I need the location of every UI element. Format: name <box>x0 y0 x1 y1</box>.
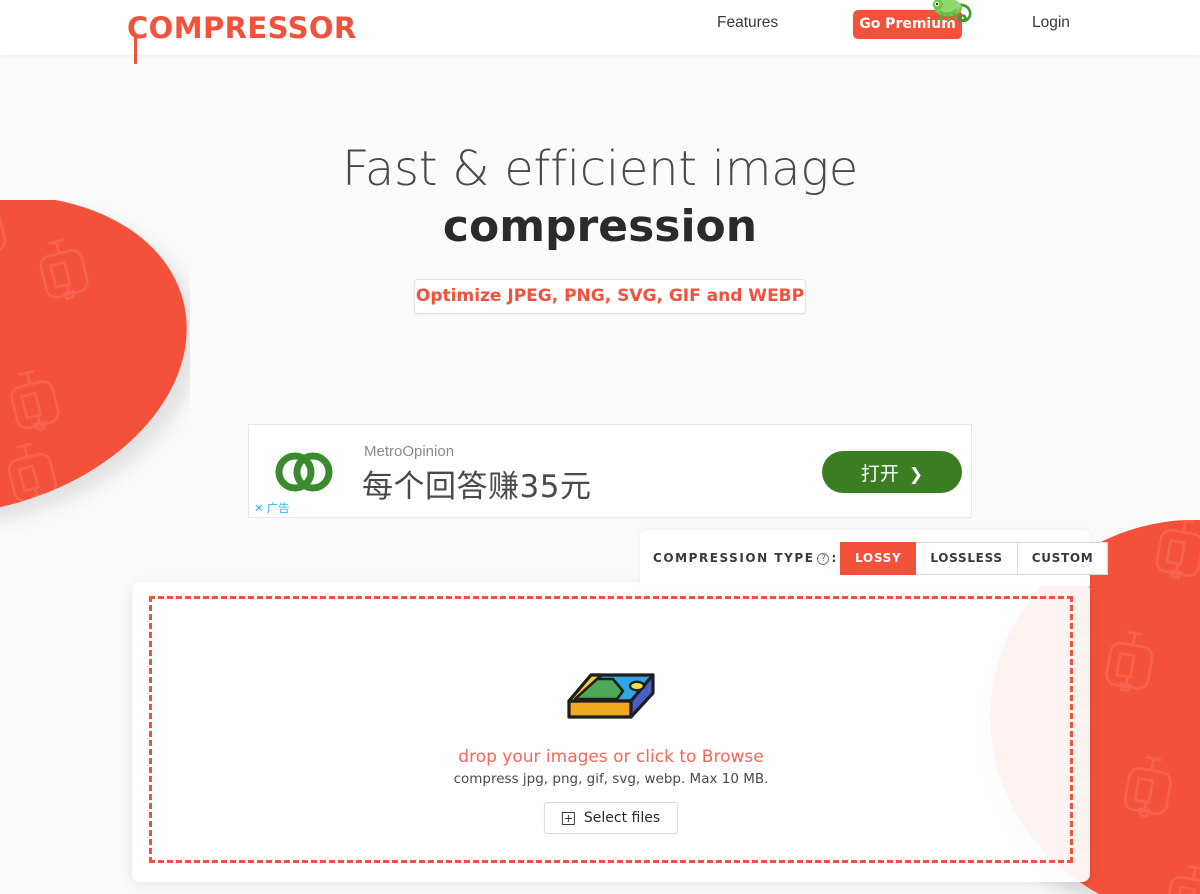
hero-subtitle-pill: Optimize JPEG, PNG, SVG, GIF and WEBP <box>414 279 806 314</box>
file-drop-zone[interactable]: drop your images or click to Browse comp… <box>149 596 1073 863</box>
select-files-label: Select files <box>583 810 661 826</box>
compression-option-custom[interactable]: CUSTOM <box>1017 542 1109 575</box>
ad-close-control[interactable]: ✕ 广告 <box>254 500 290 516</box>
chameleon-icon <box>932 0 972 23</box>
hero-headline-line2: compression <box>442 201 758 252</box>
image-file-icon <box>567 673 655 719</box>
plus-box-icon <box>561 811 575 825</box>
ad-label-text: 广告 <box>266 501 290 515</box>
metroopinion-rings-icon <box>275 452 333 492</box>
chevron-right-icon: ❯ <box>908 464 924 485</box>
decorative-blob-left <box>0 200 190 620</box>
compression-type-panel: COMPRESSION TYPE?: LOSSY LOSSLESS CUSTOM <box>640 530 1109 586</box>
ad-cta-button[interactable]: 打开 ❯ <box>822 451 962 493</box>
site-logo[interactable]: COMPRESSOR <box>127 10 357 64</box>
compression-option-lossy[interactable]: LOSSY <box>840 542 917 575</box>
compression-type-options: LOSSY LOSSLESS CUSTOM <box>840 542 1109 575</box>
dropzone-title: drop your images or click to Browse <box>458 747 764 767</box>
compression-type-label-text: COMPRESSION TYPE <box>653 551 815 565</box>
help-icon[interactable]: ? <box>817 553 830 565</box>
close-icon[interactable]: ✕ <box>254 501 264 515</box>
ad-cta-label: 打开 <box>860 462 899 485</box>
nav-link-login[interactable]: Login <box>1032 14 1070 32</box>
page-root: COMPRESSOR Features Go Premium Login Fas… <box>0 0 1200 894</box>
logo-text: COMPRESSOR <box>127 11 357 45</box>
site-header: COMPRESSOR Features Go Premium Login <box>0 0 1200 64</box>
label-separator: : <box>831 551 838 565</box>
compression-type-label: COMPRESSION TYPE?: <box>653 551 838 565</box>
ad-headline: 每个回答赚35元 <box>362 469 592 505</box>
hero-headline-line1: Fast & efficient image <box>341 141 859 197</box>
select-files-button[interactable]: Select files <box>543 802 679 834</box>
dropzone-subtitle: compress jpg, png, gif, svg, webp. Max 1… <box>453 771 769 787</box>
ad-brand-name: MetroOpinion <box>364 443 455 460</box>
compression-option-lossless[interactable]: LOSSLESS <box>916 542 1018 575</box>
ad-banner[interactable]: MetroOpinion 每个回答赚35元 打开 ❯ ✕ 广告 <box>248 424 972 518</box>
upload-card: drop your images or click to Browse comp… <box>132 582 1090 882</box>
nav-link-features[interactable]: Features <box>717 14 778 32</box>
hero-section: Fast & efficient image compression <box>0 140 1200 254</box>
